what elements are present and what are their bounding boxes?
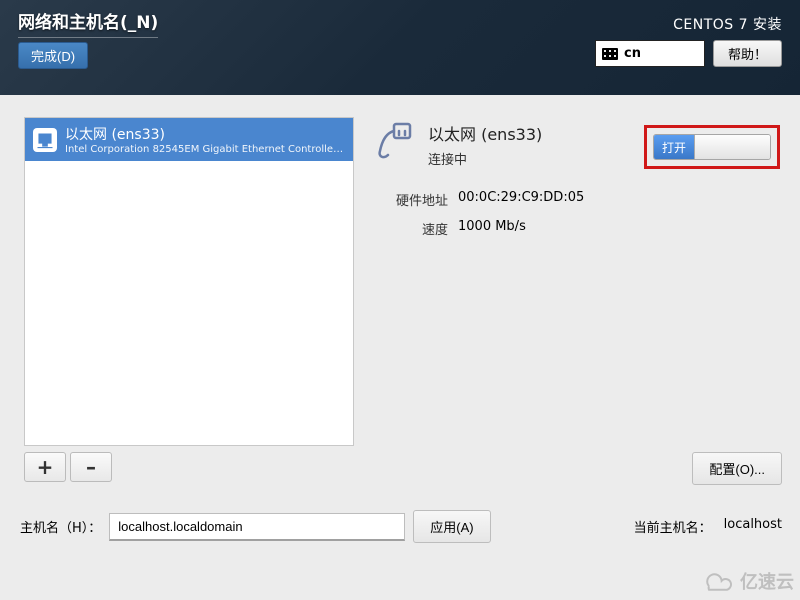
detail-title: 以太网 (ens33) [428, 121, 542, 145]
hostname-label: 主机名（H）： [20, 517, 101, 536]
installer-title: CENTOS 7 安装 [673, 14, 782, 34]
watermark-text: 亿速云 [740, 568, 794, 594]
main-area: 以太网 (ens33) Intel Corporation 82545EM Gi… [0, 95, 800, 490]
speed-value: 1000 Mb/s [458, 219, 782, 238]
ethernet-icon [33, 128, 57, 152]
apply-hostname-button[interactable]: 应用(A) [413, 510, 490, 543]
page-title: 网络和主机名(_N) [18, 8, 158, 38]
interface-name: 以太网 (ens33) [65, 124, 345, 144]
help-button[interactable]: 帮助！ [713, 40, 782, 67]
keyboard-layout-indicator[interactable]: cn [595, 40, 705, 67]
ethernet-large-icon [374, 121, 414, 161]
hw-address-value: 00:0C:29:C9:DD:05 [458, 190, 782, 209]
watermark-logo-icon [700, 570, 736, 592]
detail-panel: 打开 以太网 (ens33) 连接中 硬件地址 00:0C:29:C9:DD:0… [374, 117, 782, 482]
toggle-knob [694, 135, 770, 159]
header-bar: 网络和主机名(_N) 完成(D) CENTOS 7 安装 cn 帮助！ [0, 0, 800, 95]
speed-label: 速度 [378, 219, 448, 238]
detail-status: 连接中 [428, 149, 542, 168]
keyboard-layout-label: cn [624, 46, 641, 61]
interface-list[interactable]: 以太网 (ens33) Intel Corporation 82545EM Gi… [24, 117, 354, 446]
current-hostname-label: 当前主机名： [634, 517, 712, 536]
connection-toggle[interactable]: 打开 [653, 134, 771, 160]
current-hostname-value: localhost [724, 517, 782, 536]
toggle-on-label: 打开 [654, 135, 694, 159]
toggle-highlight: 打开 [644, 125, 780, 169]
hostname-input[interactable] [109, 513, 405, 541]
configure-button[interactable]: 配置(O)... [692, 452, 782, 485]
hw-address-label: 硬件地址 [378, 190, 448, 209]
keyboard-icon [602, 48, 618, 60]
interface-panel: 以太网 (ens33) Intel Corporation 82545EM Gi… [24, 117, 354, 482]
done-button[interactable]: 完成(D) [18, 42, 88, 69]
watermark: 亿速云 [700, 568, 794, 594]
interface-desc: Intel Corporation 82545EM Gigabit Ethern… [65, 144, 345, 155]
interface-item[interactable]: 以太网 (ens33) Intel Corporation 82545EM Gi… [25, 118, 353, 161]
